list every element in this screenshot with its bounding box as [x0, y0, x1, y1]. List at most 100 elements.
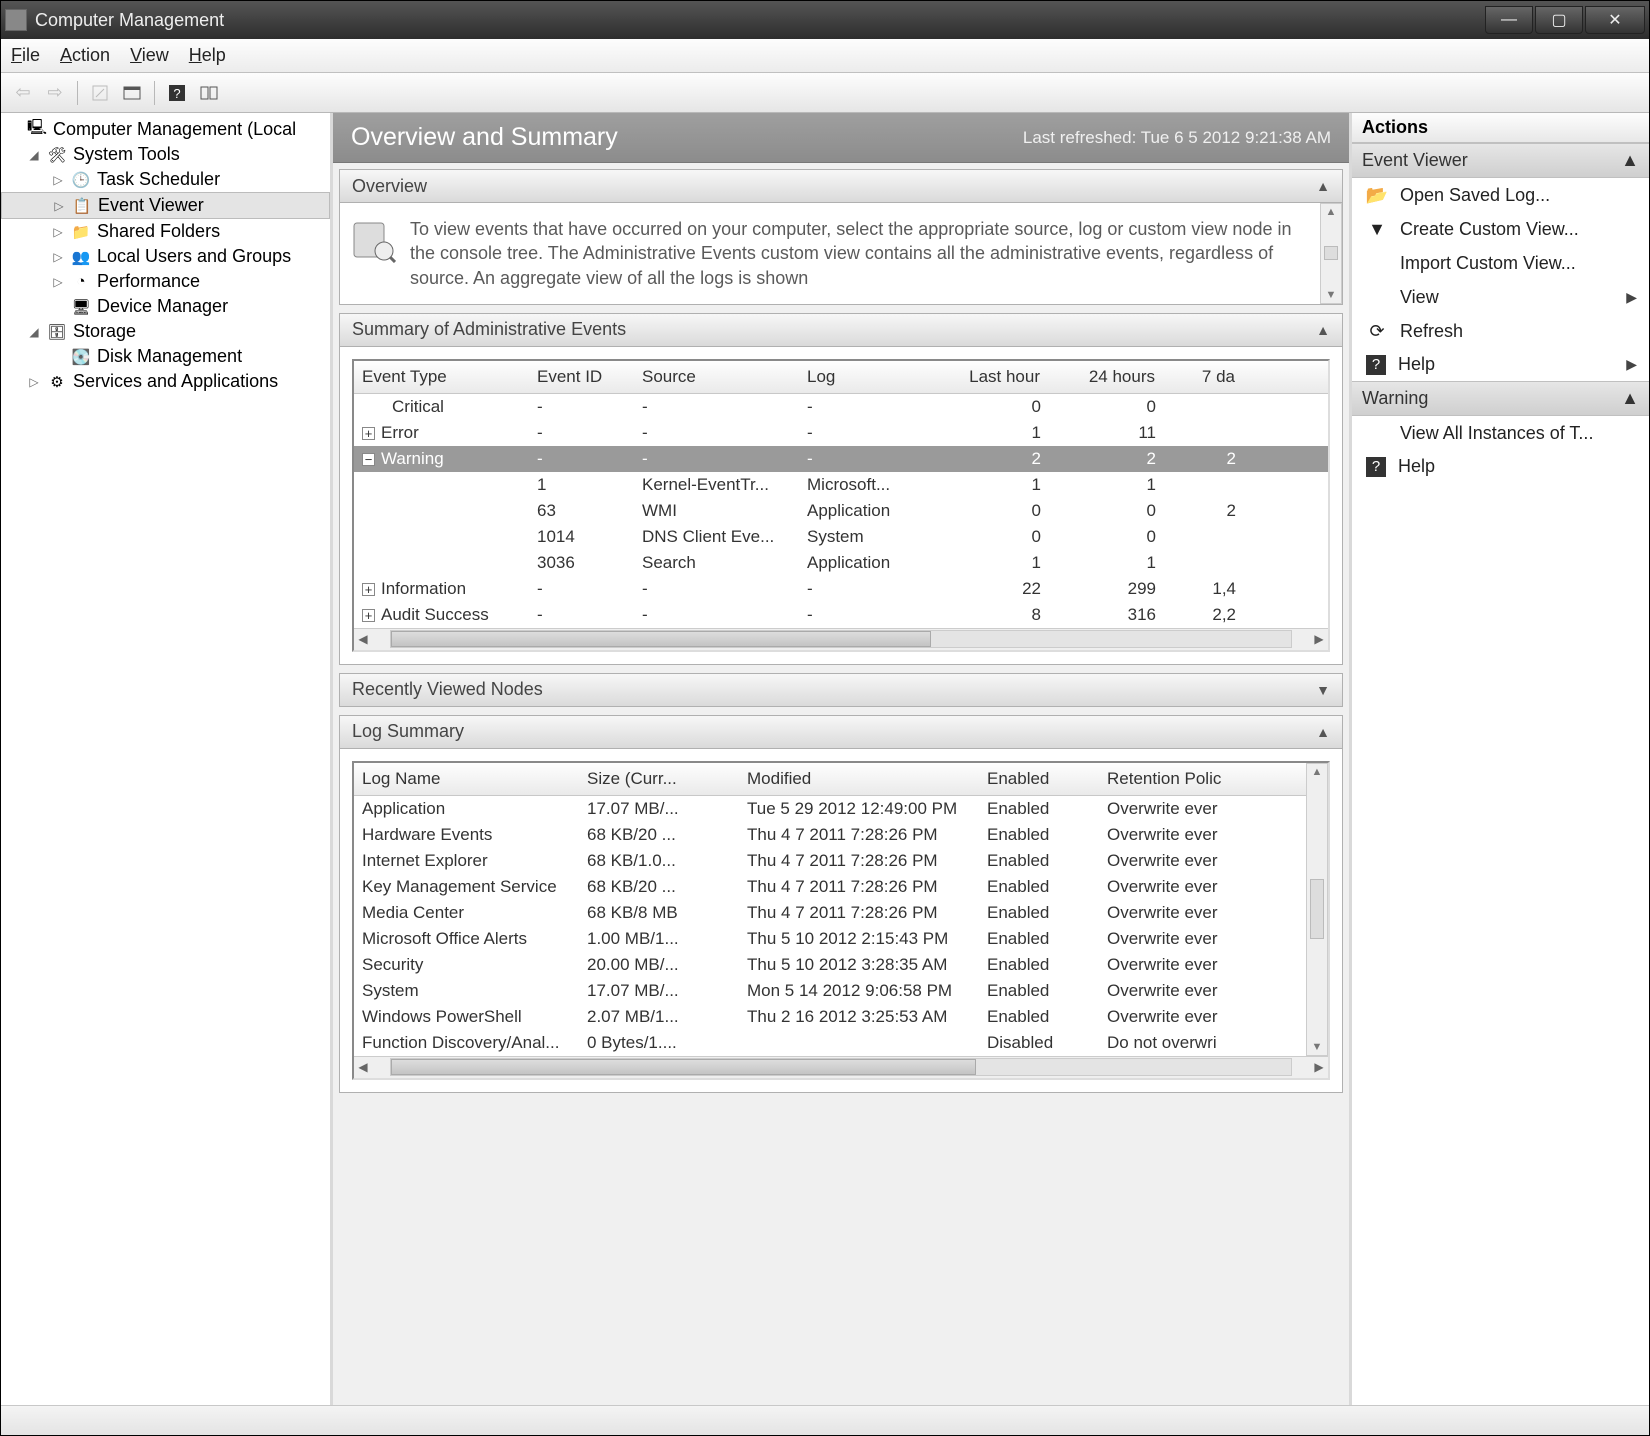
col-24-hours[interactable]: 24 hours: [1049, 361, 1164, 393]
tree-storage[interactable]: ◢ 🗄 Storage: [1, 319, 330, 344]
expand-caret-icon[interactable]: ▼: [1316, 682, 1330, 698]
action-create-custom-view[interactable]: ▼ Create Custom View...: [1352, 212, 1649, 246]
col-event-id[interactable]: Event ID: [529, 361, 634, 393]
summary-hscrollbar[interactable]: ◀▶: [354, 628, 1328, 650]
col-log-name[interactable]: Log Name: [354, 763, 579, 795]
col-size[interactable]: Size (Curr...: [579, 763, 739, 795]
col-enabled[interactable]: Enabled: [979, 763, 1099, 795]
toolbar-separator: [154, 81, 155, 105]
tree-event-viewer[interactable]: ▷ 📋 Event Viewer: [1, 192, 330, 219]
col-7-days[interactable]: 7 da: [1164, 361, 1244, 393]
action-refresh[interactable]: ⟳ Refresh: [1352, 314, 1649, 348]
menu-help[interactable]: Help: [189, 45, 226, 66]
log-row[interactable]: Microsoft Office Alerts1.00 MB/1...Thu 5…: [354, 926, 1306, 952]
tree-task-scheduler[interactable]: ▷ 🕒 Task Scheduler: [1, 167, 330, 192]
last-refreshed: Last refreshed: Tue 6 5 2012 9:21:38 AM: [1023, 128, 1331, 148]
tree-services-apps[interactable]: ▷ ⚙ Services and Applications: [1, 369, 330, 394]
expand-icon[interactable]: ▷: [51, 275, 65, 289]
maximize-button[interactable]: ▢: [1535, 6, 1583, 34]
overview-header[interactable]: Overview ▲: [339, 169, 1343, 203]
expand-icon[interactable]: ▷: [51, 250, 65, 264]
summary-row[interactable]: 63WMIApplication002: [354, 498, 1328, 524]
expand-icon[interactable]: +: [362, 583, 375, 596]
summary-row[interactable]: +Error---111: [354, 420, 1328, 446]
action-group-warning[interactable]: Warning ▲: [1352, 381, 1649, 416]
help-button[interactable]: ?: [163, 79, 191, 107]
action-help[interactable]: ? Help ▶: [1352, 348, 1649, 381]
collapse-caret-icon[interactable]: ▲: [1316, 724, 1330, 740]
log-row[interactable]: Security20.00 MB/...Thu 5 10 2012 3:28:3…: [354, 952, 1306, 978]
logsummary-hscrollbar[interactable]: ◀▶: [354, 1056, 1328, 1078]
col-event-type[interactable]: Event Type: [354, 361, 529, 393]
action-view[interactable]: View ▶: [1352, 280, 1649, 314]
tree-system-tools[interactable]: ◢ 🛠 System Tools: [1, 142, 330, 167]
action-view-all-instances[interactable]: View All Instances of T...: [1352, 416, 1649, 450]
col-retention[interactable]: Retention Polic: [1099, 763, 1306, 795]
back-button[interactable]: ⇦: [9, 79, 37, 107]
summary-row[interactable]: −Warning---222: [354, 446, 1328, 472]
action-help-2[interactable]: ? Help: [1352, 450, 1649, 483]
recently-header[interactable]: Recently Viewed Nodes ▼: [339, 673, 1343, 707]
expand-icon[interactable]: ▷: [52, 199, 66, 213]
log-row[interactable]: Hardware Events68 KB/20 ...Thu 4 7 2011 …: [354, 822, 1306, 848]
collapse-caret-icon[interactable]: ▲: [1621, 388, 1639, 409]
menu-file[interactable]: File: [11, 45, 40, 66]
menu-view[interactable]: View: [130, 45, 169, 66]
log-row[interactable]: System17.07 MB/...Mon 5 14 2012 9:06:58 …: [354, 978, 1306, 1004]
col-source[interactable]: Source: [634, 361, 799, 393]
summary-row[interactable]: Critical---00: [354, 394, 1328, 420]
titlebar: Computer Management — ▢ ✕: [1, 1, 1649, 39]
tree-label: Event Viewer: [98, 195, 204, 216]
collapse-caret-icon[interactable]: ▲: [1316, 322, 1330, 338]
storage-icon: 🗄: [47, 322, 67, 342]
expand-icon[interactable]: ▷: [27, 375, 41, 389]
tree-disk-management[interactable]: 💽 Disk Management: [1, 344, 330, 369]
collapse-icon[interactable]: ◢: [27, 148, 41, 162]
tree-root[interactable]: 🖳 Computer Management (Local: [1, 117, 330, 142]
expand-icon[interactable]: ▷: [51, 225, 65, 239]
close-button[interactable]: ✕: [1585, 6, 1645, 34]
tree-device-manager[interactable]: 🖥 Device Manager: [1, 294, 330, 319]
action-import-custom-view[interactable]: Import Custom View...: [1352, 246, 1649, 280]
expand-icon[interactable]: ▷: [51, 173, 65, 187]
tree-local-users[interactable]: ▷ 👥 Local Users and Groups: [1, 244, 330, 269]
collapse-icon[interactable]: −: [362, 453, 375, 466]
logsummary-header[interactable]: Log Summary ▲: [339, 715, 1343, 749]
center-scroll[interactable]: Overview ▲ To view events that have occu…: [333, 163, 1349, 1405]
col-modified[interactable]: Modified: [739, 763, 979, 795]
panes-button[interactable]: [195, 79, 223, 107]
collapse-icon[interactable]: ◢: [27, 325, 41, 339]
log-row[interactable]: Windows PowerShell2.07 MB/1...Thu 2 16 2…: [354, 1004, 1306, 1030]
log-row[interactable]: Function Discovery/Anal...0 Bytes/1....D…: [354, 1030, 1306, 1056]
log-row[interactable]: Media Center68 KB/8 MBThu 4 7 2011 7:28:…: [354, 900, 1306, 926]
col-log[interactable]: Log: [799, 361, 929, 393]
log-row[interactable]: Application17.07 MB/...Tue 5 29 2012 12:…: [354, 796, 1306, 822]
up-button[interactable]: [86, 79, 114, 107]
log-row[interactable]: Key Management Service68 KB/20 ...Thu 4 …: [354, 874, 1306, 900]
computer-icon: 🖳: [27, 120, 47, 140]
summary-row[interactable]: +Information---222991,4: [354, 576, 1328, 602]
properties-button[interactable]: [118, 79, 146, 107]
tree-performance[interactable]: ▷ ◔ Performance: [1, 269, 330, 294]
forward-button[interactable]: ⇨: [41, 79, 69, 107]
minimize-button[interactable]: —: [1485, 6, 1533, 34]
collapse-caret-icon[interactable]: ▲: [1316, 178, 1330, 194]
summary-row[interactable]: 3036SearchApplication11: [354, 550, 1328, 576]
overview-scrollbar[interactable]: ▲▼: [1320, 203, 1342, 304]
summary-header[interactable]: Summary of Administrative Events ▲: [339, 313, 1343, 347]
summary-row[interactable]: 1Kernel-EventTr...Microsoft...11: [354, 472, 1328, 498]
tree-shared-folders[interactable]: ▷ 📁 Shared Folders: [1, 219, 330, 244]
action-open-saved-log[interactable]: 📂 Open Saved Log...: [1352, 178, 1649, 212]
action-group-event-viewer[interactable]: Event Viewer ▲: [1352, 143, 1649, 178]
tree-pane[interactable]: 🖳 Computer Management (Local ◢ 🛠 System …: [1, 113, 333, 1405]
logsummary-vscrollbar[interactable]: ▲▼: [1306, 763, 1328, 1056]
col-last-hour[interactable]: Last hour: [929, 361, 1049, 393]
log-row[interactable]: Internet Explorer68 KB/1.0...Thu 4 7 201…: [354, 848, 1306, 874]
section-title: Log Summary: [352, 721, 464, 742]
summary-row[interactable]: 1014DNS Client Eve...System00: [354, 524, 1328, 550]
menu-action[interactable]: Action: [60, 45, 110, 66]
expand-icon[interactable]: +: [362, 609, 375, 622]
expand-icon[interactable]: +: [362, 427, 375, 440]
collapse-caret-icon[interactable]: ▲: [1621, 150, 1639, 171]
summary-row[interactable]: +Audit Success---83162,2: [354, 602, 1328, 628]
